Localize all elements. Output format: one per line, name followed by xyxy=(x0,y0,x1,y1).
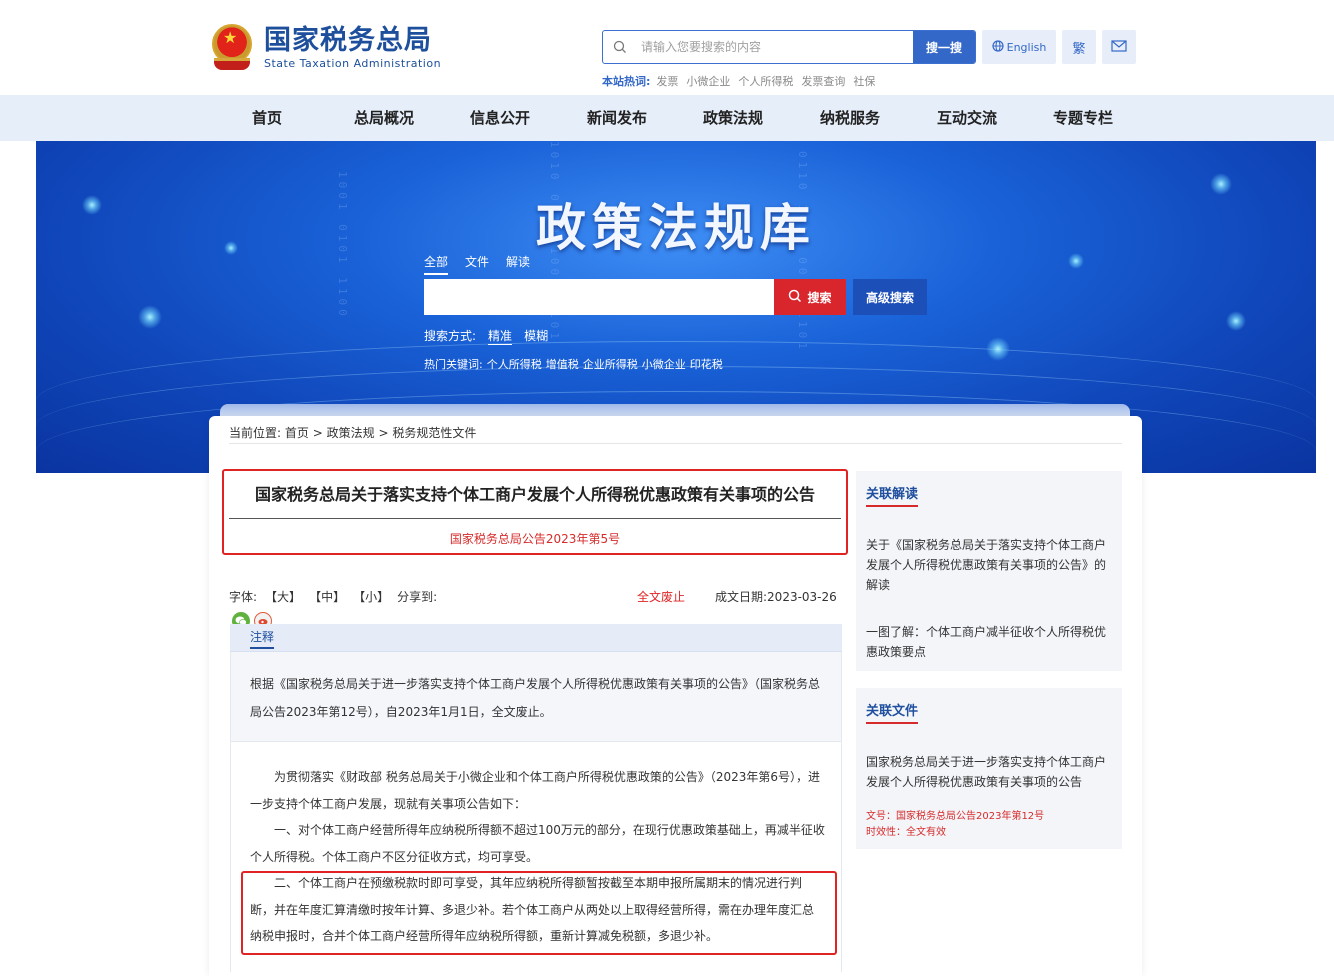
breadcrumb-policy[interactable]: 政策法规 xyxy=(327,426,375,440)
mail-icon xyxy=(1111,39,1127,55)
document-number: 国家税务总局公告2023年第5号 xyxy=(449,532,621,546)
paragraph-highlight-box xyxy=(241,871,837,955)
hot-word[interactable]: 个人所得税 xyxy=(738,73,793,89)
related-file-link[interactable]: 国家税务总局关于进一步落实支持个体工商户发展个人所得税优惠政策有关事项的公告 xyxy=(866,752,1112,792)
nav-item-policy[interactable]: 政策法规 xyxy=(688,95,778,141)
font-medium-button[interactable]: 【中】 xyxy=(309,588,345,605)
tab-all[interactable]: 全部 xyxy=(424,253,449,275)
hot-keyword[interactable]: 印花税 xyxy=(690,356,723,372)
breadcrumb: 当前位置: 首页 > 政策法规 > 税务规范性文件 xyxy=(229,424,476,441)
english-label: English xyxy=(1006,40,1047,54)
nav-item-news[interactable]: 新闻发布 xyxy=(572,95,662,141)
font-large-button[interactable]: 【大】 xyxy=(265,588,301,605)
related-interpretations-panel: 关联解读 关于《国家税务总局关于落实支持个体工商户发展个人所得税优惠政策有关事项… xyxy=(856,471,1122,671)
date-label: 成文日期: xyxy=(715,590,768,604)
site-logo[interactable]: ★ 国家税务总局 State Taxation Administration xyxy=(208,22,441,72)
banner-light xyxy=(138,305,162,329)
search-icon xyxy=(603,31,637,63)
body-paragraph: 为贯彻落实《财政部 税务总局关于小微企业和个体工商户所得税优惠政策的公告》（20… xyxy=(250,770,820,811)
site-search-button[interactable]: 搜一搜 xyxy=(913,31,975,63)
traditional-chinese-button[interactable]: 繁 xyxy=(1062,30,1096,64)
mode-exact[interactable]: 精准 xyxy=(488,327,513,345)
related-interpretation-link[interactable]: 一图了解：个体工商户减半征收个人所得税优惠政策要点 xyxy=(866,622,1112,662)
nav-item-overview[interactable]: 总局概况 xyxy=(339,95,429,141)
tab-interpretation[interactable]: 解读 xyxy=(506,253,530,275)
globe-icon xyxy=(992,39,1004,55)
hot-keywords-label: 热门关键词: xyxy=(424,358,483,371)
banner-title: 政策法规库 xyxy=(536,198,816,257)
related-files-heading: 关联文件 xyxy=(866,700,919,724)
related-interpretation-link[interactable]: 关于《国家税务总局关于落实支持个体工商户发展个人所得税优惠政策有关事项的公告》的… xyxy=(866,535,1112,595)
national-emblem-icon: ★ xyxy=(208,22,256,72)
note-heading: 注释 xyxy=(250,628,275,649)
hot-word[interactable]: 发票查询 xyxy=(801,73,845,89)
search-icon xyxy=(788,289,802,306)
font-small-button[interactable]: 【小】 xyxy=(353,588,389,605)
policy-search-input[interactable] xyxy=(424,279,774,315)
site-name-en: State Taxation Administration xyxy=(264,57,442,70)
nav-item-service[interactable]: 纳税服务 xyxy=(805,95,895,141)
hot-keyword[interactable]: 个人所得税 xyxy=(487,356,542,372)
mail-button[interactable] xyxy=(1102,30,1136,64)
search-button-label: 搜索 xyxy=(807,290,832,305)
advanced-search-button[interactable]: 高级搜索 xyxy=(853,279,927,315)
search-mode-label: 搜索方式: xyxy=(424,329,477,343)
body-paragraph: 一、对个体工商户经营所得年应纳税所得额不超过100万元的部分，在现行优惠政策基础… xyxy=(250,823,825,864)
date-value: 2023-03-26 xyxy=(767,590,837,604)
related-files-panel: 关联文件 国家税务总局关于进一步落实支持个体工商户发展个人所得税优惠政策有关事项… xyxy=(856,688,1122,849)
note-header: 注释 xyxy=(230,624,842,652)
hot-word[interactable]: 发票 xyxy=(656,73,678,89)
share-label: 分享到: xyxy=(397,590,438,604)
nav-item-topics[interactable]: 专题专栏 xyxy=(1038,95,1128,141)
status-badge: 全文废止 xyxy=(637,590,686,604)
nav-item-home[interactable]: 首页 xyxy=(222,95,312,141)
note-text: 根据《国家税务总局关于进一步落实支持个体工商户发展个人所得税优惠政策有关事项的公… xyxy=(250,677,821,719)
banner-light xyxy=(986,337,1010,361)
english-button[interactable]: English xyxy=(982,30,1056,64)
font-size-label: 字体: xyxy=(229,590,258,604)
banner-hot-keywords: 热门关键词: 个人所得税 增值税 企业所得税 小微企业 印花税 xyxy=(424,356,723,372)
breadcrumb-home[interactable]: 首页 xyxy=(285,426,309,440)
divider xyxy=(229,443,1122,444)
site-name-cn: 国家税务总局 xyxy=(264,25,432,56)
site-search-bar: 搜一搜 xyxy=(602,30,976,64)
hot-keyword[interactable]: 增值税 xyxy=(546,356,579,372)
related-file-status: 时效性：全文有效 xyxy=(866,827,946,838)
hot-word[interactable]: 小微企业 xyxy=(686,73,730,89)
search-type-tabs: 全部 文件 解读 xyxy=(424,253,530,275)
policy-search-button[interactable]: 搜索 xyxy=(774,279,846,315)
breadcrumb-separator: > xyxy=(378,426,389,440)
document-title: 国家税务总局关于落实支持个体工商户发展个人所得税优惠政策有关事项的公告 xyxy=(254,485,815,504)
site-header: ★ 国家税务总局 State Taxation Administration 搜… xyxy=(0,0,1334,95)
main-nav: 首页 总局概况 信息公开 新闻发布 政策法规 纳税服务 互动交流 专题专栏 xyxy=(0,95,1334,141)
nav-item-interaction[interactable]: 互动交流 xyxy=(922,95,1012,141)
breadcrumb-normative-docs[interactable]: 税务规范性文件 xyxy=(392,426,476,440)
breadcrumb-separator: > xyxy=(312,426,323,440)
hot-words-label: 本站热词: xyxy=(602,75,651,88)
hot-word[interactable]: 社保 xyxy=(853,73,875,89)
document-date: 成文日期:2023-03-26 xyxy=(715,588,837,605)
related-interpretations-heading: 关联解读 xyxy=(866,483,919,507)
search-mode: 搜索方式: 精准 模糊 xyxy=(424,327,548,345)
divider xyxy=(229,518,841,519)
hot-keyword[interactable]: 小微企业 xyxy=(642,356,686,372)
font-size-controls: 字体: 【大】 【中】 【小】 分享到: xyxy=(229,588,437,605)
related-file-number: 文号：国家税务总局公告2023年第12号 xyxy=(866,811,1045,822)
breadcrumb-label: 当前位置: xyxy=(229,426,282,440)
nav-item-disclosure[interactable]: 信息公开 xyxy=(455,95,545,141)
site-hot-words: 本站热词: 发票 小微企业 个人所得税 发票查询 社保 xyxy=(602,73,875,89)
hot-keyword[interactable]: 企业所得税 xyxy=(583,356,638,372)
banner-light xyxy=(1226,311,1246,331)
mode-fuzzy[interactable]: 模糊 xyxy=(524,327,548,345)
site-search-input[interactable] xyxy=(637,31,913,63)
tab-files[interactable]: 文件 xyxy=(465,253,489,275)
